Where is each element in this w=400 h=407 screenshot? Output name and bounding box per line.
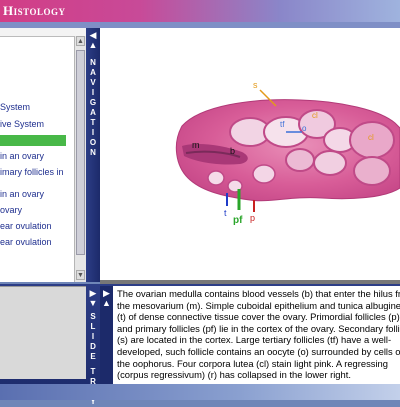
description-text: The ovarian medulla contains blood vesse… [117, 288, 400, 381]
scroll-up-arrow-icon[interactable]: ▲ [76, 36, 85, 46]
scrollbar-thumb[interactable] [76, 50, 85, 255]
title-bar: Histology [0, 0, 400, 22]
footer-bar [0, 384, 400, 400]
tree-scrollbar[interactable]: ▲ ▼ [74, 36, 86, 282]
tree-item[interactable]: System [0, 102, 30, 112]
collapse-down-icon[interactable]: ▼ [86, 298, 100, 308]
slide-tray-toggle-bar[interactable]: ▶ ▼ SLI DE TRA Y [86, 284, 100, 406]
navigation-toggle-bar[interactable]: ◀ ▲ NAV IGA TIO N [86, 28, 100, 282]
description-panel: The ovarian medulla contains blood vesse… [113, 286, 400, 384]
navigation-label: NAV IGA TIO N [89, 58, 97, 157]
label-cl: cl [312, 111, 318, 120]
label-m: m [192, 140, 200, 150]
slide-image-viewport[interactable]: s tf o cl cl m b t pf p [100, 28, 400, 280]
label-s: s [253, 80, 258, 90]
selected-tree-item[interactable] [0, 135, 66, 146]
lower-left-panel [0, 286, 86, 379]
navigation-tree-panel: System ive System in an ovary imary foll… [0, 28, 87, 282]
label-o: o [302, 124, 307, 133]
tree-item[interactable]: imary follicles in [0, 167, 64, 177]
expand-up-icon[interactable]: ▲ [86, 40, 100, 50]
label-p: p [250, 213, 255, 223]
tree-item[interactable]: in an ovary [0, 151, 44, 161]
label-tf: tf [280, 120, 285, 129]
label-b: b [230, 146, 235, 156]
app-title: Histology [3, 3, 66, 18]
label-t: t [224, 208, 227, 218]
description-controls: ▶ ▲ [100, 286, 113, 384]
description-scroll-up-icon[interactable]: ▲ [100, 298, 113, 308]
label-pf: pf [233, 215, 243, 226]
ovary-micrograph: s tf o cl cl m b t pf p [175, 80, 400, 226]
tree-item[interactable]: ear ovulation [0, 221, 52, 231]
tree-item[interactable]: ovary [0, 205, 22, 215]
tree-item[interactable]: in an ovary [0, 189, 44, 199]
tree-item[interactable]: ear ovulation [0, 237, 52, 247]
tree-item[interactable]: ive System [0, 119, 44, 129]
scroll-down-arrow-icon[interactable]: ▼ [76, 270, 85, 280]
label-cl-2: cl [368, 133, 374, 142]
